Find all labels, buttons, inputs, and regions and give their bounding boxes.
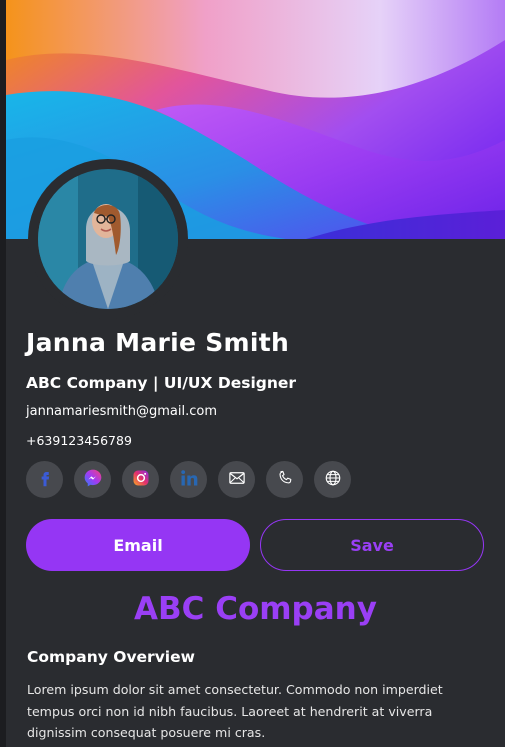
- phone-button[interactable]: [266, 461, 303, 498]
- company-overview-text: Lorem ipsum dolor sit amet consectetur. …: [27, 682, 443, 740]
- messenger-button[interactable]: [74, 461, 111, 498]
- instagram-button[interactable]: [122, 461, 159, 498]
- website-button[interactable]: [314, 461, 351, 498]
- mail-icon: [228, 469, 246, 491]
- profile-card: Janna Marie Smith ABC Company | UI/UX De…: [6, 0, 505, 747]
- company-overview-heading: Company Overview: [27, 648, 195, 666]
- profile-name: Janna Marie Smith: [26, 328, 290, 357]
- facebook-icon: [36, 469, 54, 491]
- mail-button[interactable]: [218, 461, 255, 498]
- social-links: [26, 461, 351, 498]
- avatar: [38, 169, 178, 309]
- company-title: ABC Company: [134, 591, 377, 627]
- linkedin-icon: [179, 468, 199, 492]
- phone-icon: [276, 469, 294, 491]
- globe-icon: [324, 469, 342, 491]
- profile-role: ABC Company | UI/UX Designer: [26, 374, 297, 392]
- profile-phone[interactable]: +639123456789: [26, 433, 132, 448]
- instagram-icon: [132, 469, 150, 491]
- profile-email[interactable]: jannamariesmith@gmail.com: [26, 404, 217, 419]
- save-button[interactable]: Save: [260, 519, 484, 571]
- messenger-icon: [83, 468, 103, 492]
- email-button[interactable]: Email: [26, 519, 250, 571]
- linkedin-button[interactable]: [170, 461, 207, 498]
- facebook-button[interactable]: [26, 461, 63, 498]
